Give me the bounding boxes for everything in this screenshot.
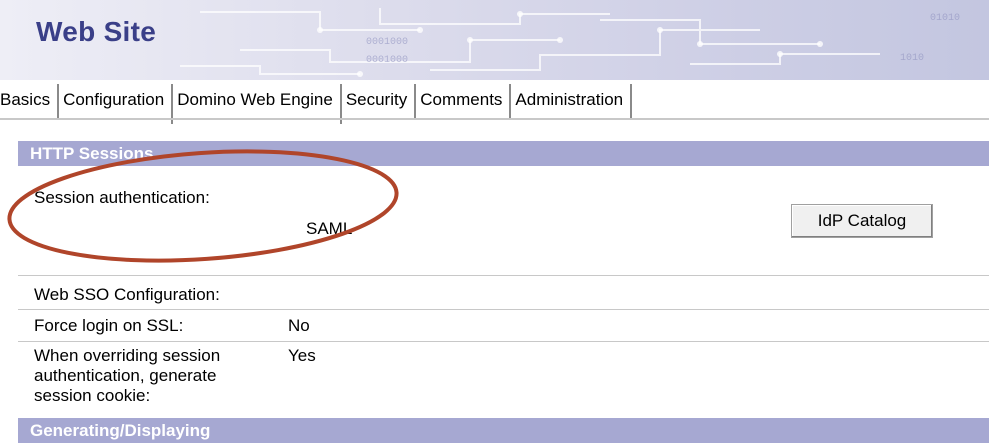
tab-bar: Basics Configuration Domino Web Engine S… [0,84,633,124]
header-banner: 0001000 0001000 01010 1010 Web Site [0,0,989,80]
svg-text:0001000: 0001000 [366,55,408,66]
override-cookie-value: Yes [288,346,316,365]
section-header-http-sessions: HTTP Sessions [18,141,989,166]
idp-catalog-button[interactable]: IdP Catalog [791,204,933,238]
row-web-sso-configuration: Web SSO Configuration: [18,276,989,310]
override-cookie-label-line2: authentication, generate [34,366,217,385]
force-login-ssl-value: No [288,316,310,335]
tab-comments[interactable]: Comments [416,84,512,118]
tab-basics[interactable]: Basics [0,84,60,118]
web-sso-configuration-label: Web SSO Configuration: [34,285,220,304]
session-authentication-value: SAML [306,219,353,238]
svg-text:01010: 01010 [930,13,960,24]
row-override-session-cookie: When overriding session authentication, … [18,342,989,418]
force-login-ssl-label: Force login on SSL: [34,316,184,335]
section-header-generating-displaying: Generating/Displaying [18,418,989,443]
svg-text:1010: 1010 [900,53,924,64]
row-force-login-ssl: Force login on SSL: No [18,310,989,342]
row-session-authentication: Session authentication: SAML IdP Catalog [18,166,989,276]
override-cookie-label-line3: session cookie: [34,386,151,405]
page-title: Web Site [36,16,157,47]
tab-administration[interactable]: Administration [511,84,633,118]
session-authentication-label: Session authentication: [34,188,210,207]
svg-text:0001000: 0001000 [366,37,408,48]
tab-divider [0,118,989,120]
tab-configuration[interactable]: Configuration [59,84,174,118]
tab-security[interactable]: Security [342,84,417,118]
override-cookie-label-line1: When overriding session [34,346,221,365]
